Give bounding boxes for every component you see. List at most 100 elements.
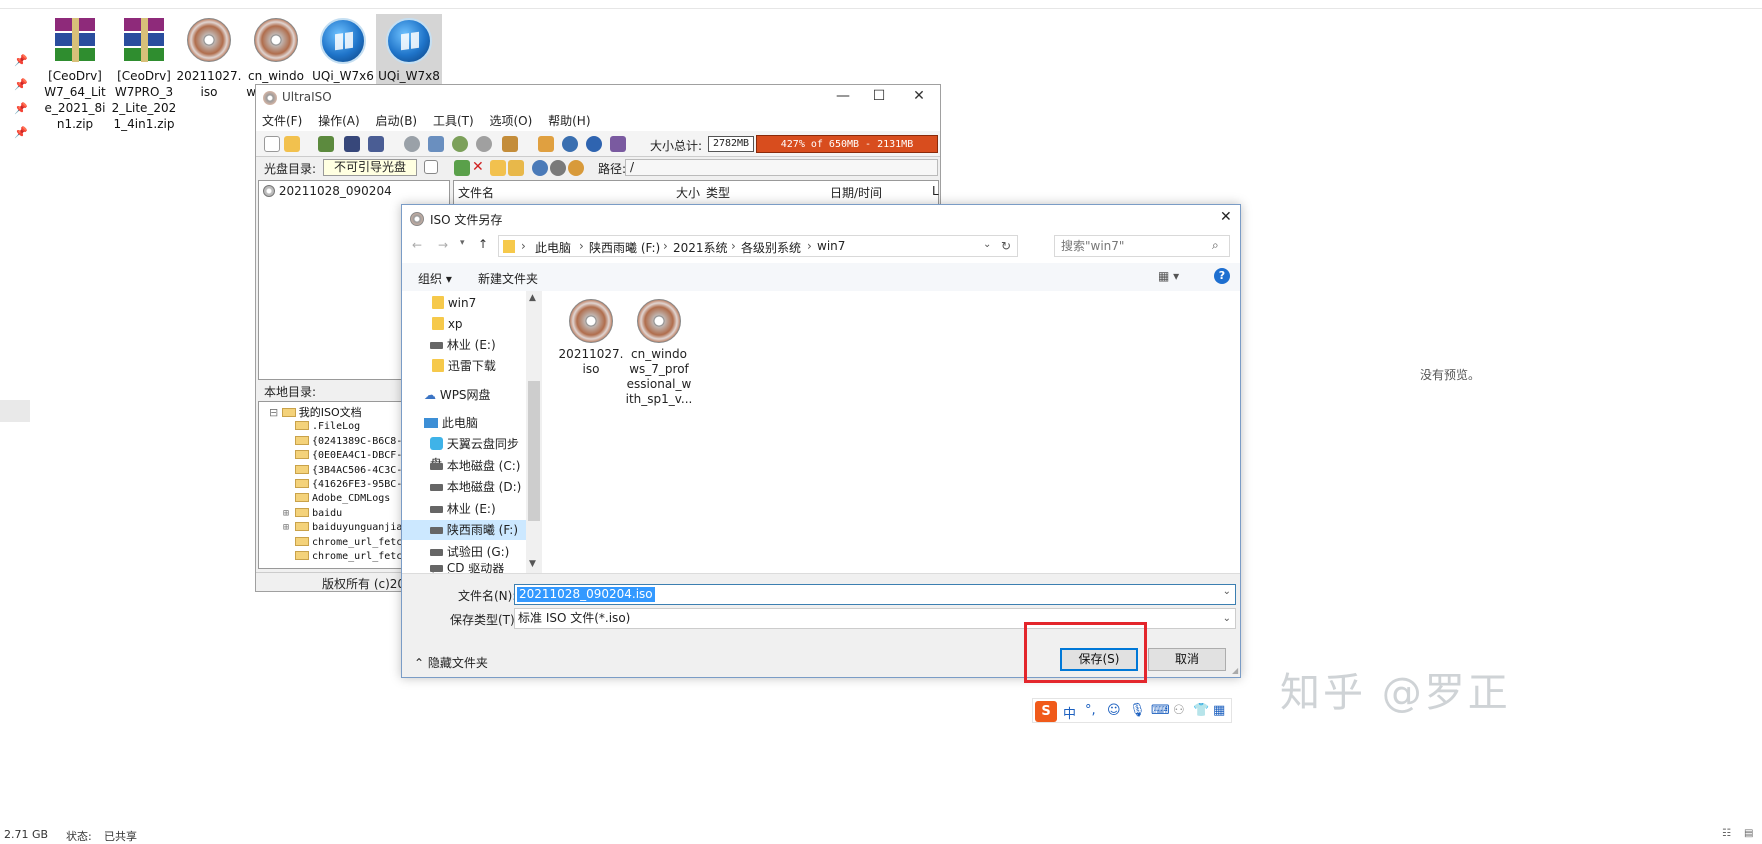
filename-dropdown-icon[interactable]: ⌄ (1223, 586, 1231, 597)
nav-item-drive-e2[interactable]: 林业 (E:) (402, 499, 526, 519)
breadcrumb-pc[interactable]: 此电脑 (535, 239, 571, 256)
nav-scroll-thumb[interactable] (528, 381, 540, 521)
nav-item-cd-z[interactable]: CD 驱动器 (Z:) (402, 563, 526, 573)
menu-tools[interactable]: 工具(T) (433, 111, 474, 131)
help-icon[interactable] (586, 136, 602, 152)
breadcrumb-win7[interactable]: win7 (817, 239, 845, 253)
breadcrumb-2021[interactable]: 2021系统 (673, 239, 728, 256)
skin-icon[interactable]: 👕 (1193, 703, 1209, 718)
col-type[interactable]: 类型 (706, 184, 730, 201)
up-arrow-icon[interactable]: ↑ (478, 237, 488, 251)
menu-options[interactable]: 选项(O) (489, 111, 532, 131)
nav-item-tianyi[interactable]: 天翼云盘同步盘 (402, 434, 526, 471)
close-button[interactable]: ✕ (904, 88, 934, 108)
info-icon[interactable] (562, 136, 578, 152)
options-icon[interactable] (538, 136, 554, 152)
nav-item-xunlei[interactable]: 迅雷下载 (402, 356, 526, 376)
nav-item-drive-g[interactable]: 试验田 (G:) (402, 542, 526, 562)
tools-icon[interactable] (502, 136, 518, 152)
file-item[interactable]: 20211027. iso (556, 299, 626, 377)
menu-help[interactable]: 帮助(H) (548, 111, 590, 131)
desktop-item-iso-1[interactable]: 20211027. iso (176, 14, 242, 100)
col-size[interactable]: 大小 (676, 184, 700, 201)
up-folder-icon[interactable] (454, 160, 470, 176)
help-icon[interactable]: ? (1214, 268, 1230, 284)
keyboard-icon[interactable]: ⌨ (1151, 703, 1170, 718)
address-dropdown-icon[interactable]: ⌄ (983, 239, 991, 250)
rename-icon[interactable] (508, 160, 524, 176)
desktop-item-archive-2[interactable]: [CeoDrv] W7PRO_3 2_Lite_202 1_4in1.zip (111, 14, 177, 132)
compress-icon[interactable] (452, 136, 468, 152)
filename-input[interactable]: 20211028_090204.iso ⌄ (514, 584, 1236, 605)
ime-mode[interactable]: 中 (1063, 703, 1076, 722)
view-mode-icon[interactable]: ▦ ▾ (1158, 269, 1179, 283)
new-icon[interactable] (264, 136, 280, 152)
nav-item-drive-c[interactable]: 本地磁盘 (C:) (402, 456, 526, 476)
search-input[interactable]: 搜索"win7" (1054, 235, 1230, 257)
new-folder-icon[interactable] (490, 160, 506, 176)
punctuation-icon[interactable]: °, (1085, 703, 1096, 718)
scroll-up-icon[interactable]: ▲ (529, 293, 536, 303)
boot-status-box[interactable]: 不可引导光盘 (323, 159, 417, 176)
microphone-icon[interactable]: 🎙 (1129, 703, 1146, 718)
dialog-close-button[interactable]: ✕ (1220, 209, 1232, 225)
disc-tree-root[interactable]: 20211028_090204 (263, 184, 392, 198)
menu-file[interactable]: 文件(F) (262, 111, 302, 131)
maximize-button[interactable]: ☐ (864, 88, 894, 108)
dialog-titlebar[interactable]: ISO 文件另存 ✕ (402, 205, 1240, 233)
pin-icon[interactable]: 📌 (14, 54, 28, 68)
open-icon[interactable] (284, 136, 300, 152)
desktop-item-uqi-x86[interactable]: UQi_W7x8 6_Lite_202 (376, 14, 442, 84)
breadcrumb-levels[interactable]: 各级别系统 (741, 239, 801, 256)
col-filename[interactable]: 文件名 (458, 184, 494, 201)
burn-icon[interactable] (404, 136, 420, 152)
pin-icon[interactable]: 📌 (14, 102, 28, 116)
cancel-button[interactable]: 取消 (1148, 648, 1226, 671)
hide-folders-toggle[interactable]: ⌃ 隐藏文件夹 (414, 654, 488, 671)
nav-item-win7[interactable]: win7 (402, 293, 526, 313)
resize-grip-icon[interactable]: ◢ (1232, 666, 1238, 675)
toolbox-icon[interactable]: ▦ (1213, 703, 1225, 718)
ultraiso-titlebar[interactable]: UltraISO — ☐ ✕ (256, 85, 940, 111)
delete-icon[interactable]: ✕ (472, 160, 488, 176)
address-bar[interactable]: › 此电脑 › 陕西雨曦 (F:) › 2021系统 › 各级别系统 › win… (498, 235, 1018, 257)
col-date[interactable]: 日期/时间 (830, 184, 882, 201)
filetype-dropdown-icon[interactable]: ⌄ (1223, 609, 1231, 628)
save-as-icon[interactable] (368, 136, 384, 152)
breadcrumb-drive[interactable]: 陕西雨曦 (F:) (589, 239, 660, 256)
pin-icon[interactable]: 📌 (14, 126, 28, 140)
menu-actions[interactable]: 操作(A) (318, 111, 360, 131)
nav-item-drive-d[interactable]: 本地磁盘 (D:) (402, 477, 526, 497)
file-item[interactable]: cn_windo ws_7_prof essional_w ith_sp1_v.… (624, 299, 694, 407)
properties-icon[interactable] (532, 160, 548, 176)
sogou-logo-icon[interactable]: S (1035, 701, 1057, 722)
pin-icon[interactable]: 📌 (14, 78, 28, 92)
back-arrow-icon[interactable]: ← (412, 238, 422, 252)
extract-icon[interactable] (318, 136, 334, 152)
emoji-icon[interactable]: ☺ (1107, 703, 1121, 718)
exit-icon[interactable] (610, 136, 626, 152)
scroll-down-icon[interactable]: ▼ (529, 559, 536, 569)
recent-chevron-icon[interactable]: ▾ (460, 238, 465, 248)
nav-item-xp[interactable]: xp (402, 314, 526, 334)
checkbox-icon[interactable] (424, 160, 438, 174)
virtual-drive-icon[interactable] (476, 136, 492, 152)
refresh-icon[interactable]: ↻ (1001, 239, 1011, 253)
view-details-icon[interactable]: ☷ (1722, 828, 1731, 839)
nav-item-drive-f[interactable]: 陕西雨曦 (F:) (402, 520, 526, 540)
path-field[interactable]: / (625, 159, 938, 176)
view-tiles-icon[interactable]: ▤ (1744, 828, 1753, 839)
col-l[interactable]: L (932, 184, 939, 198)
organize-button[interactable]: 组织 ▾ (418, 270, 452, 287)
forward-arrow-icon[interactable]: → (438, 238, 448, 252)
save-icon[interactable] (344, 136, 360, 152)
nav-item-wps[interactable]: ☁ WPS网盘 (402, 385, 526, 405)
nav-item-this-pc[interactable]: 此电脑 (402, 413, 526, 433)
desktop-item-archive-1[interactable]: [CeoDrv] W7_64_Lit e_2021_8i n1.zip (42, 14, 108, 132)
menu-bootable[interactable]: 启动(B) (376, 111, 418, 131)
nav-item-drive-e[interactable]: 林业 (E:) (402, 335, 526, 355)
user-icon[interactable]: ⚇ (1173, 703, 1185, 718)
minimize-button[interactable]: — (828, 88, 858, 108)
refresh-icon[interactable] (568, 160, 584, 176)
mount-icon[interactable] (428, 136, 444, 152)
